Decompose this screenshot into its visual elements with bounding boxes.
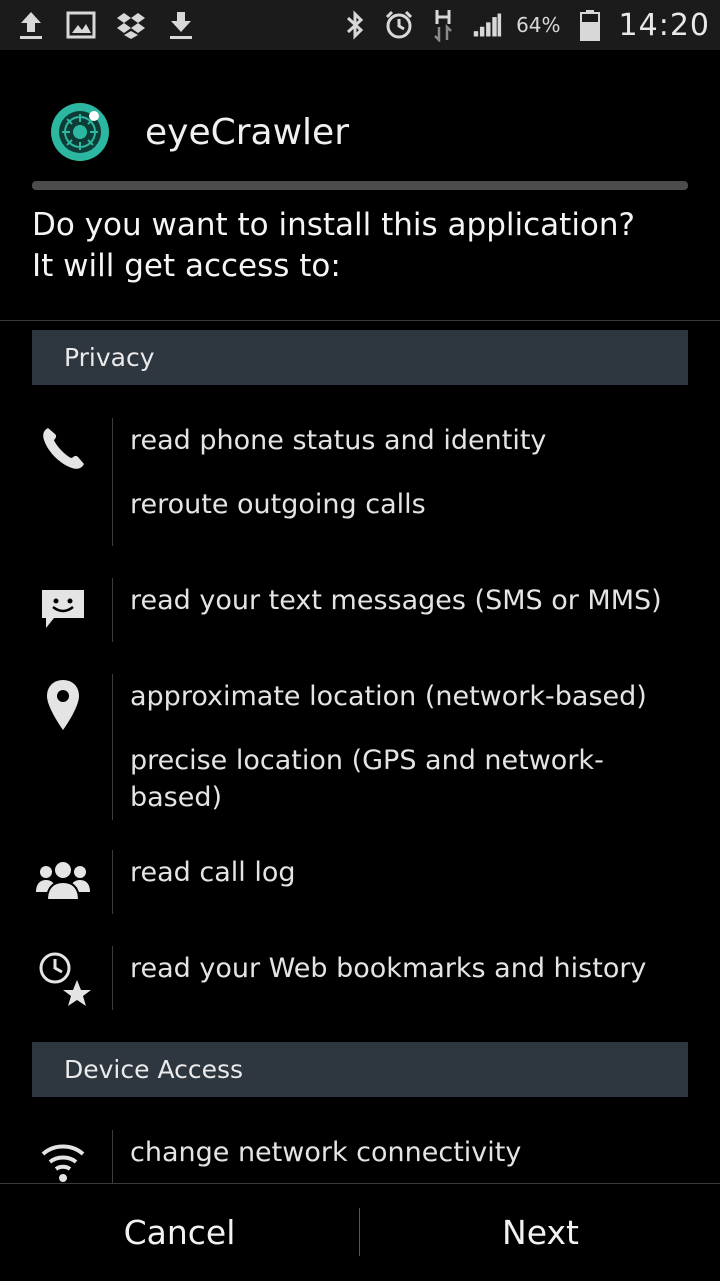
- clock-star-icon: [32, 948, 94, 1008]
- cancel-button[interactable]: Cancel: [0, 1184, 359, 1281]
- permission-item: change network connectivity: [130, 1137, 522, 1168]
- battery-icon: [575, 10, 605, 41]
- app-header: eyeCrawler: [0, 50, 720, 180]
- next-button[interactable]: Next: [361, 1184, 720, 1281]
- image-icon: [66, 10, 96, 40]
- signal-icon: [472, 10, 502, 40]
- permission-group-location[interactable]: approximate location (network-based) pre…: [0, 674, 720, 820]
- section-header-privacy: Privacy: [32, 330, 688, 385]
- eye-app-icon: [50, 102, 110, 162]
- permission-group-phone[interactable]: read phone status and identity reroute o…: [0, 418, 720, 546]
- permission-separator: [112, 1130, 113, 1183]
- permission-item: read call log: [130, 857, 296, 888]
- wifi-icon: [32, 1138, 94, 1183]
- location-pin-icon: [32, 678, 94, 738]
- permission-lines: read call log: [130, 854, 700, 891]
- install-progress-bar: [32, 181, 688, 190]
- permission-separator: [112, 946, 113, 1010]
- hspa-icon: [428, 10, 458, 42]
- dropbox-icon: [116, 10, 146, 40]
- permission-group-bookmarks[interactable]: read your Web bookmarks and history: [0, 946, 720, 1010]
- alarm-icon: [384, 10, 414, 40]
- people-icon: [32, 856, 94, 916]
- bluetooth-icon: [340, 10, 370, 40]
- clock-time: 14:20: [618, 7, 710, 43]
- battery-percent: 64%: [516, 13, 561, 37]
- permission-lines: read your text messages (SMS or MMS): [130, 582, 700, 619]
- permission-group-call-log[interactable]: read call log: [0, 850, 720, 914]
- permission-item: approximate location (network-based): [130, 681, 647, 712]
- button-separator: [359, 1208, 360, 1256]
- permission-lines: change network connectivity: [130, 1134, 700, 1171]
- permission-item: precise location (GPS and network-based): [130, 745, 604, 813]
- section-header-device-access: Device Access: [32, 1042, 688, 1097]
- permission-item: read your text messages (SMS or MMS): [130, 585, 662, 616]
- install-question-line1: Do you want to install this application?: [32, 207, 636, 243]
- download-icon: [166, 10, 196, 40]
- permission-item: read phone status and identity: [130, 425, 547, 456]
- permission-lines: read phone status and identity reroute o…: [130, 422, 700, 523]
- permission-item: reroute outgoing calls: [130, 489, 426, 520]
- permission-group-messages[interactable]: read your text messages (SMS or MMS): [0, 578, 720, 642]
- permission-separator: [112, 850, 113, 914]
- bottom-button-bar: Cancel Next: [0, 1183, 720, 1281]
- permission-lines: read your Web bookmarks and history: [130, 950, 700, 987]
- permission-item: read your Web bookmarks and history: [130, 953, 647, 984]
- message-icon: [32, 584, 94, 644]
- permission-group-network[interactable]: change network connectivity: [0, 1130, 720, 1183]
- install-question-line2: It will get access to:: [32, 248, 341, 284]
- permission-separator: [112, 578, 113, 642]
- phone-icon: [32, 424, 94, 484]
- install-question: Do you want to install this application?…: [32, 205, 692, 287]
- upload-icon: [16, 10, 46, 40]
- permission-separator: [112, 418, 113, 546]
- app-name: eyeCrawler: [145, 112, 349, 153]
- status-bar: 64% 14:20: [0, 0, 720, 50]
- permission-lines: approximate location (network-based) pre…: [130, 678, 647, 816]
- permission-separator: [112, 674, 113, 820]
- divider: [0, 320, 720, 321]
